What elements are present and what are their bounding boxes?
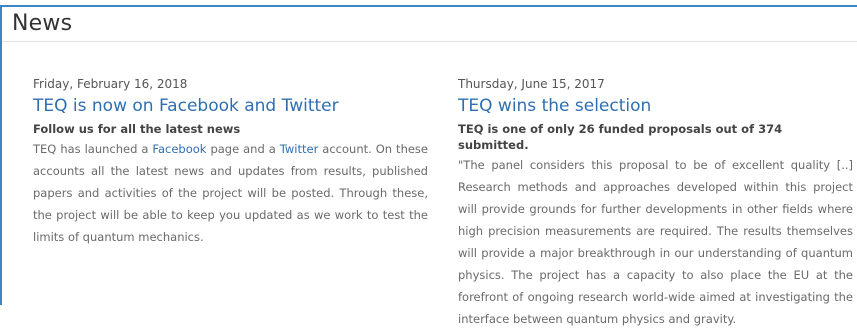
news-body-text: TEQ has launched a [33,142,153,156]
news-header: News [2,7,857,42]
page-title: News [12,11,73,36]
news-body: "The panel considers this proposal to be… [458,158,853,326]
news-body-text: account. On these accounts all the lates… [33,142,428,244]
news-body: TEQ has launched a Facebook page and a T… [33,138,428,248]
news-subtitle: Follow us for all the latest news [33,122,241,136]
news-panel: News Friday, February 16, 2018 TEQ is no… [0,5,857,326]
news-body-text: page and a [206,142,280,156]
news-title-link[interactable]: TEQ is now on Facebook and Twitter [33,95,428,117]
news-subtitle: TEQ is one of only 26 funded proposals o… [458,122,783,152]
news-date: Friday, February 16, 2018 [33,77,188,91]
news-title-link[interactable]: TEQ wins the selection [458,95,853,117]
news-item: Thursday, June 15, 2017 TEQ wins the sel… [458,77,853,330]
news-item: Friday, February 16, 2018 TEQ is now on … [33,77,428,248]
twitter-link[interactable]: Twitter [280,142,319,156]
facebook-link[interactable]: Facebook [152,142,206,156]
news-date: Thursday, June 15, 2017 [458,77,605,91]
